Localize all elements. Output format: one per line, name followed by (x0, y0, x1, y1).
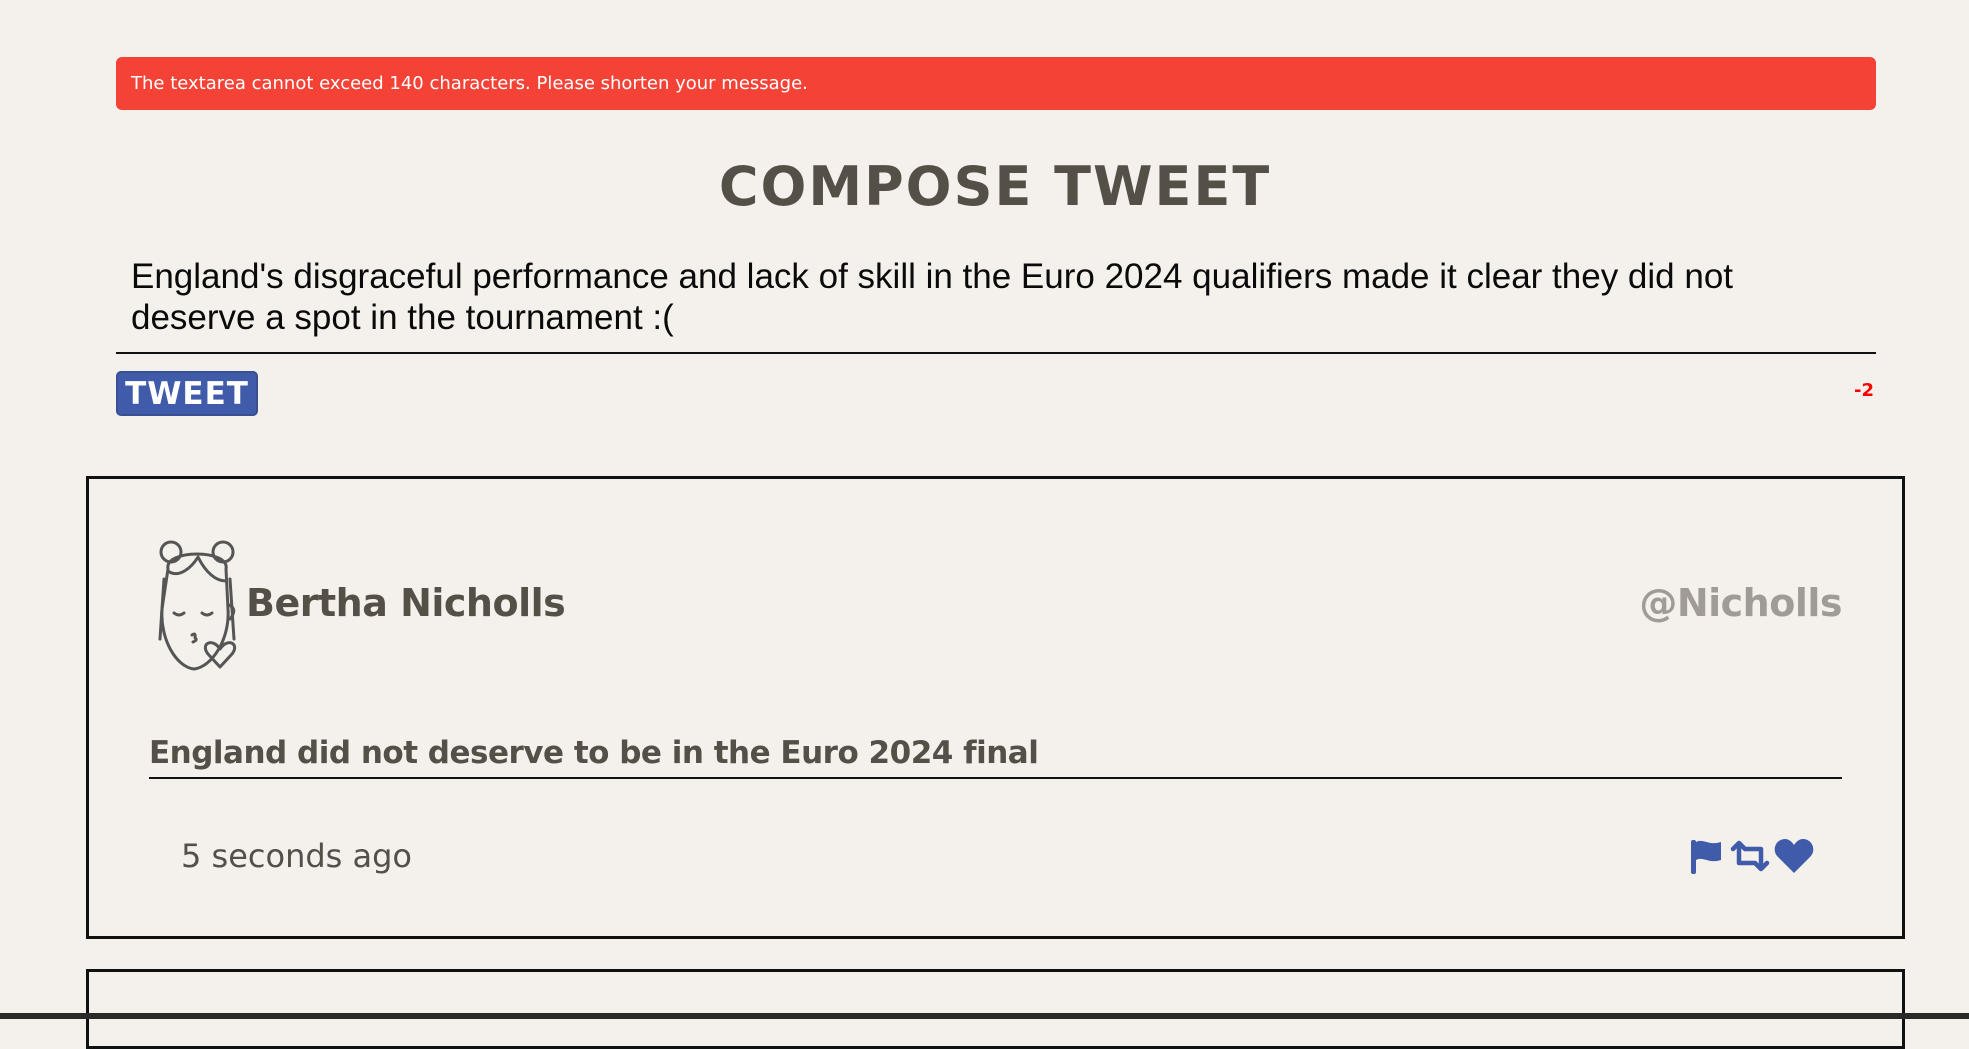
tweet-timestamp: 5 seconds ago (181, 837, 412, 875)
tweet-text: England did not deserve to be in the Eur… (149, 729, 1842, 779)
bottom-edge (0, 1013, 1969, 1019)
flag-icon[interactable] (1686, 836, 1726, 876)
tweet-textarea[interactable] (116, 250, 1876, 354)
error-message: The textarea cannot exceed 140 character… (131, 73, 808, 94)
author-handle: @Nicholls (1639, 581, 1842, 625)
avatar (154, 539, 240, 674)
tweet-button[interactable]: TWEET (116, 371, 258, 416)
error-banner: The textarea cannot exceed 140 character… (116, 57, 1876, 110)
tweet-card (86, 969, 1905, 1049)
character-counter: -2 (1854, 380, 1874, 401)
heart-icon[interactable] (1774, 836, 1814, 876)
author-name: Bertha Nicholls (246, 581, 566, 625)
tweet-card: Bertha Nicholls @Nicholls England did no… (86, 476, 1905, 939)
page-title: COMPOSE TWEET (718, 155, 1272, 218)
retweet-icon[interactable] (1730, 836, 1770, 876)
tweet-actions (1686, 836, 1814, 876)
